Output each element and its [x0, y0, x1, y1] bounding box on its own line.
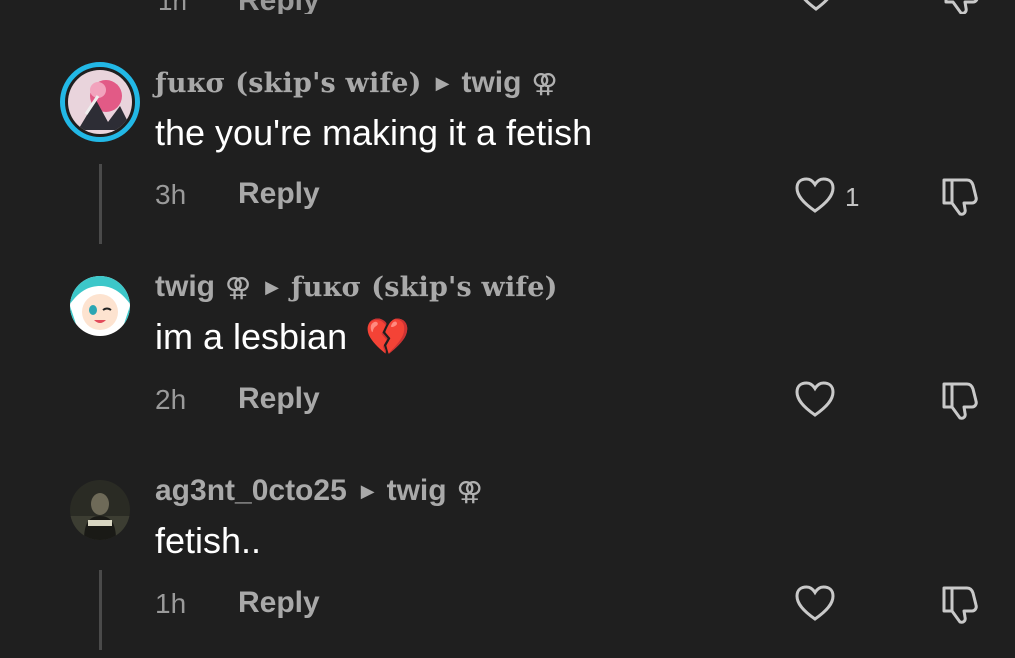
comment-header: ƒuĸσ (skip's wife) ▶ twig ⚢: [155, 66, 558, 100]
dislike-icon[interactable]: [940, 0, 982, 14]
lesbian-symbol-icon: ⚢: [456, 475, 483, 506]
author-name[interactable]: ag3nt_0cto25: [155, 474, 347, 508]
reply-to-name[interactable]: twig: [461, 66, 521, 100]
thread-line: [99, 164, 102, 244]
previous-comment-actions: 1h Reply: [0, 0, 1015, 14]
reply-button[interactable]: Reply: [238, 586, 320, 620]
comment-time: 1h: [158, 0, 187, 14]
avatar[interactable]: [60, 62, 140, 142]
comment-time: 2h: [155, 384, 187, 415]
play-arrow-icon: ▶: [435, 72, 450, 93]
broken-heart-emoji: 💔: [365, 316, 410, 357]
comment-text-content: im a lesbian: [155, 316, 348, 357]
avatar[interactable]: [70, 276, 130, 336]
thread-line: [99, 570, 102, 650]
avatar-image: [70, 276, 130, 336]
avatar[interactable]: [70, 480, 130, 540]
author-name[interactable]: ƒuĸσ (skip's wife): [155, 68, 422, 99]
avatar-image: [68, 70, 132, 134]
author-name[interactable]: twig: [155, 270, 215, 304]
dislike-icon[interactable]: [938, 176, 982, 218]
heart-icon[interactable]: [794, 584, 836, 622]
heart-icon[interactable]: [796, 0, 836, 12]
avatar-image: [70, 480, 130, 540]
play-arrow-icon: ▶: [360, 480, 375, 501]
comment-time: 1h: [155, 588, 187, 619]
reply-button[interactable]: Reply: [238, 0, 320, 14]
comment-text: im a lesbian 💔: [155, 316, 410, 358]
reply-to-name[interactable]: ƒuĸσ (skip's wife): [291, 272, 558, 303]
heart-icon[interactable]: [794, 380, 836, 418]
play-arrow-icon: ▶: [265, 276, 279, 297]
like-count: 1: [845, 182, 860, 212]
reply-to-name[interactable]: twig: [387, 474, 447, 508]
comment-text: the you're making it a fetish: [155, 112, 593, 153]
comment-header: twig ⚢ ▶ ƒuĸσ (skip's wife): [155, 270, 558, 304]
comment-header: ag3nt_0cto25 ▶ twig ⚢: [155, 474, 483, 508]
comment-text: fetish..: [155, 520, 262, 561]
reply-button[interactable]: Reply: [238, 177, 320, 211]
reply-button[interactable]: Reply: [238, 382, 320, 416]
lesbian-symbol-icon: ⚢: [225, 271, 252, 302]
dislike-icon[interactable]: [938, 584, 982, 626]
lesbian-symbol-icon: ⚢: [531, 67, 558, 98]
comment-time: 3h: [155, 179, 187, 210]
heart-icon[interactable]: [794, 176, 836, 214]
dislike-icon[interactable]: [938, 380, 982, 422]
